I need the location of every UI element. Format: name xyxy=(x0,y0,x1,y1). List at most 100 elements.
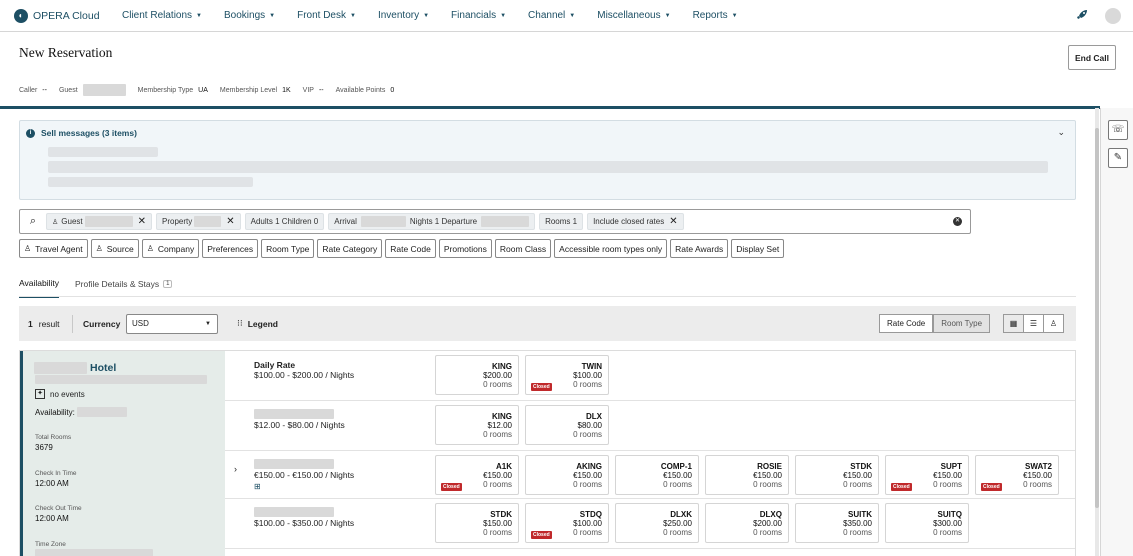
filter-button[interactable]: Promotions xyxy=(438,239,492,258)
rate-code-toggle[interactable]: Rate Code xyxy=(879,314,934,333)
nav-menu-item[interactable]: Client Relations ▼ xyxy=(122,10,202,21)
room-rate-card[interactable]: KING $12.00 0 rooms xyxy=(435,405,519,445)
hotel-name[interactable]: Hotel xyxy=(34,362,116,374)
room-rate-card[interactable]: DLXK $250.00 0 rooms xyxy=(615,503,699,543)
filter-button[interactable]: Room Class xyxy=(494,239,552,258)
search-icon[interactable]: ⌕ xyxy=(20,215,46,228)
app-logo[interactable]: ◐ OPERA Cloud xyxy=(14,8,112,23)
chip-guest-label: Guest xyxy=(61,217,83,226)
filter-button[interactable]: Preferences xyxy=(202,239,259,258)
room-rooms: 0 rooms xyxy=(843,528,872,537)
filter-button[interactable]: ♙ Travel Agent xyxy=(19,239,88,258)
closed-badge: Closed xyxy=(981,483,1002,491)
room-rate-card[interactable]: A1K €150.00 0 rooms Closed xyxy=(435,455,519,495)
caller-value: -- xyxy=(42,86,47,94)
results-grid: Hotel ✦ no events Availability: Total Ro… xyxy=(19,350,1076,556)
currency-select[interactable]: USD ▼ xyxy=(126,314,218,334)
grid-view-icon[interactable]: ▦ xyxy=(1003,314,1024,333)
room-rate-card[interactable]: AKING €150.00 0 rooms xyxy=(525,455,609,495)
close-icon[interactable]: ✕ xyxy=(138,216,146,227)
filter-button-label: Company xyxy=(157,243,195,254)
sell-message-redacted xyxy=(48,147,158,157)
guest-label: Guest xyxy=(58,86,78,94)
scrollbar-thumb[interactable] xyxy=(1095,128,1099,508)
filter-button[interactable]: Display Set xyxy=(731,239,785,258)
rate-row[interactable]: Daily Rate $100.00 - $200.00 / Nights KING… xyxy=(225,351,1075,401)
page-title: New Reservation xyxy=(19,45,113,60)
nav-menu-item[interactable]: Reports ▼ xyxy=(693,10,738,21)
nav-menu-item[interactable]: Front Desk ▼ xyxy=(297,10,356,21)
rate-row[interactable]: › €150.00 - €150.00 / Nights ⊞ A1K €150.00 0 … xyxy=(225,451,1075,499)
filter-button[interactable]: Rate Code xyxy=(385,239,436,258)
room-price: $200.00 xyxy=(753,519,782,528)
chip-rooms[interactable]: Rooms 1 xyxy=(539,213,584,230)
divider xyxy=(72,315,73,333)
room-rate-card[interactable]: ROSIE €150.00 0 rooms xyxy=(705,455,789,495)
room-rate-card[interactable]: DLXQ $200.00 0 rooms xyxy=(705,503,789,543)
room-rate-card[interactable]: SUPT €150.00 0 rooms Closed xyxy=(885,455,969,495)
room-rate-card[interactable]: SWAT2 €150.00 0 rooms Closed xyxy=(975,455,1059,495)
filter-button[interactable]: Room Type xyxy=(261,239,315,258)
result-count-value: 1 xyxy=(28,319,33,329)
close-icon[interactable]: ✕ xyxy=(226,216,234,227)
nav-menu-item[interactable]: Channel ▼ xyxy=(528,10,575,21)
filter-button-label: Room Class xyxy=(499,243,547,254)
sell-messages-header[interactable]: i Sell messages (3 items) xyxy=(26,128,137,138)
room-code: SWAT2 xyxy=(1025,462,1052,471)
chevron-down-icon[interactable]: ⌄ xyxy=(1057,127,1065,138)
list-view-icon[interactable]: ☰ xyxy=(1023,314,1044,333)
room-rate-card[interactable]: TWIN $100.00 0 rooms Closed xyxy=(525,355,609,395)
room-rate-card[interactable]: STDQ $100.00 0 rooms Closed xyxy=(525,503,609,543)
tab-availability[interactable]: Availability xyxy=(19,278,60,298)
phone-icon[interactable]: ☏ xyxy=(1108,120,1128,140)
chip-property-value-redacted xyxy=(194,216,222,227)
close-icon[interactable]: ✕ xyxy=(669,216,677,227)
nav-menu-item[interactable]: Miscellaneous ▼ xyxy=(597,10,670,21)
room-rate-card[interactable]: COMP-1 €150.00 0 rooms xyxy=(615,455,699,495)
room-rate-card[interactable]: SUITK $350.00 0 rooms xyxy=(795,503,879,543)
chip-guest[interactable]: ♙ Guest ✕ xyxy=(46,213,153,230)
logo-text: OPERA Cloud xyxy=(33,9,100,22)
chip-guest-value-redacted xyxy=(84,216,133,227)
chip-include-closed[interactable]: Include closed rates ✕ xyxy=(587,213,684,230)
chevron-right-icon[interactable]: › xyxy=(234,464,237,474)
filter-button[interactable]: Rate Awards xyxy=(670,239,729,258)
search-bar[interactable]: ⌕ ♙ Guest ✕ Property ✕ Adults 1 Children 0 … xyxy=(19,209,971,234)
filter-button[interactable]: Accessible room types only xyxy=(554,239,668,258)
closed-badge: Closed xyxy=(891,483,912,491)
rate-row[interactable]: $12.00 - $80.00 / Nights KING $12.00 0 room… xyxy=(225,401,1075,451)
chip-adults-children[interactable]: Adults 1 Children 0 xyxy=(244,213,325,230)
hotel-events[interactable]: ✦ no events xyxy=(35,389,85,399)
legend-button[interactable]: ⁝⁝ Legend xyxy=(237,318,278,329)
rate-name: Daily Rate xyxy=(254,360,296,370)
filter-button[interactable]: ♙ Company xyxy=(141,239,200,258)
person-view-icon[interactable]: ♙ xyxy=(1043,314,1064,333)
room-rate-card[interactable]: STDK €150.00 0 rooms xyxy=(795,455,879,495)
top-nav: ◐ OPERA Cloud Client Relations ▼ Bookings ▼… xyxy=(0,0,1133,32)
chevron-down-icon: ▼ xyxy=(196,12,202,19)
filter-button[interactable]: ♙ Source xyxy=(90,239,139,258)
room-rate-card[interactable]: STDK $150.00 0 rooms xyxy=(435,503,519,543)
end-call-button[interactable]: End Call xyxy=(1068,45,1116,70)
room-rate-card[interactable]: KING $200.00 0 rooms xyxy=(435,355,519,395)
clear-search-icon[interactable]: ✕ xyxy=(953,217,962,226)
membership-type-label: Membership Type xyxy=(137,86,194,94)
edit-icon[interactable]: ✎ xyxy=(1108,148,1128,168)
tab-profile-details[interactable]: Profile Details & Stays 1 xyxy=(75,278,173,298)
legend-label: Legend xyxy=(247,318,278,329)
chip-property[interactable]: Property ✕ xyxy=(156,213,241,230)
room-type-toggle[interactable]: Room Type xyxy=(933,314,991,333)
chip-arrival[interactable]: Arrival Nights 1 Departure xyxy=(328,213,536,230)
logo-icon: ◐ xyxy=(14,8,28,23)
nav-menu-item[interactable]: Bookings ▼ xyxy=(224,10,275,21)
sell-message-redacted xyxy=(48,177,253,187)
nav-menu-item[interactable]: Inventory ▼ xyxy=(378,10,429,21)
scrollbar[interactable] xyxy=(1095,108,1099,556)
nav-menu-item[interactable]: Financials ▼ xyxy=(451,10,506,21)
rocket-icon[interactable] xyxy=(1075,8,1091,24)
room-rate-card[interactable]: SUITQ $300.00 0 rooms xyxy=(885,503,969,543)
rate-row[interactable]: $100.00 - $350.00 / Nights STDK $150.00 0 r… xyxy=(225,499,1075,549)
room-rate-card[interactable]: DLX $80.00 0 rooms xyxy=(525,405,609,445)
chat-icon[interactable] xyxy=(1105,8,1121,24)
filter-button[interactable]: Rate Category xyxy=(317,239,383,258)
